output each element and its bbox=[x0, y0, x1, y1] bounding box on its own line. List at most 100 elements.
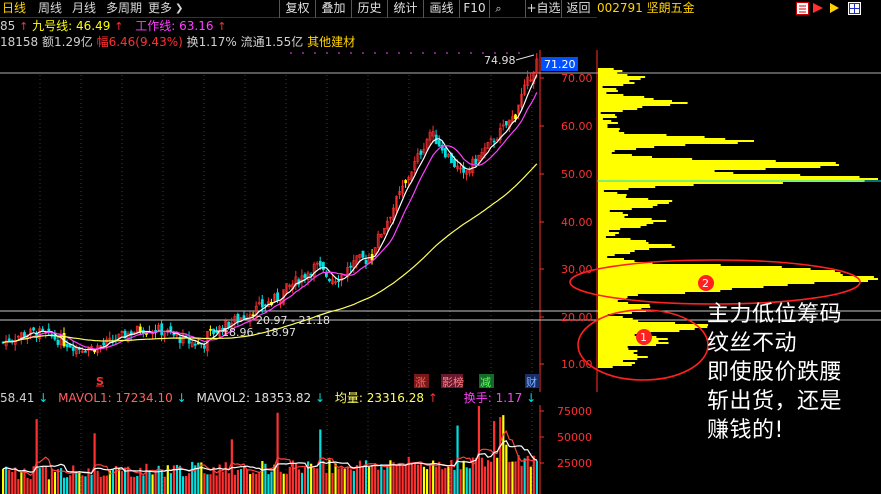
chip-bar bbox=[598, 302, 629, 304]
volume-bar bbox=[435, 466, 438, 494]
vol-indicator-value: 58.41 bbox=[0, 391, 35, 405]
annotation-line-5: 赚钱的! bbox=[707, 418, 784, 443]
grid-icon[interactable] bbox=[848, 2, 861, 15]
volume-bar bbox=[246, 469, 249, 494]
volume-bar bbox=[66, 477, 69, 494]
volume-bar bbox=[120, 471, 124, 494]
cai-marker[interactable]: 财 bbox=[525, 374, 540, 389]
chip-bar bbox=[598, 318, 633, 320]
volume-bar bbox=[102, 475, 105, 494]
tab-multi-period[interactable]: 多周期 bbox=[106, 0, 142, 18]
chip-bar bbox=[598, 142, 738, 144]
chip-bar bbox=[598, 252, 631, 254]
add-favorite-button[interactable]: +自选 bbox=[525, 0, 561, 18]
fuquan-button[interactable]: 复权 bbox=[279, 0, 315, 18]
candle-body bbox=[361, 250, 365, 258]
volume-bar bbox=[185, 475, 188, 494]
chip-bar bbox=[598, 112, 601, 114]
notes-icon[interactable] bbox=[796, 2, 809, 15]
more-chevron-icon[interactable]: ❯ bbox=[175, 0, 183, 18]
volume-bar bbox=[276, 412, 279, 494]
price-tick: 50.00 bbox=[540, 168, 593, 181]
chip-bar bbox=[598, 290, 721, 292]
indicator-prefix: 85 bbox=[0, 19, 16, 33]
volume-bar bbox=[53, 472, 57, 494]
volume-bar bbox=[419, 463, 423, 494]
candle-body bbox=[32, 327, 36, 331]
volume-bar bbox=[340, 467, 343, 494]
chip-bar bbox=[598, 324, 709, 326]
volume-bar bbox=[163, 476, 166, 494]
back-button[interactable]: 返回 bbox=[561, 0, 595, 18]
chip-bar bbox=[598, 132, 625, 134]
volume-bar bbox=[41, 465, 44, 494]
chip-bar bbox=[598, 182, 783, 184]
candle-body bbox=[193, 343, 197, 346]
top-toolbar: 日线 周线 月线 多周期 更多 ❯ 复权 叠加 历史 统计 画线 F10 ⌕ +… bbox=[0, 0, 597, 18]
tab-weekly[interactable]: 周线 bbox=[38, 0, 62, 18]
chip-bar bbox=[598, 162, 836, 164]
candle-body bbox=[260, 299, 264, 308]
volume-bar bbox=[352, 470, 355, 494]
play-icon[interactable] bbox=[829, 2, 842, 15]
zhang-marker[interactable]: 涨 bbox=[414, 374, 429, 389]
flag-icon[interactable] bbox=[811, 2, 824, 15]
candle-body bbox=[41, 328, 45, 331]
chip-bar bbox=[598, 168, 766, 170]
chip-bar bbox=[598, 246, 675, 248]
low-marker-lower: 18.96 - 18.97 bbox=[222, 326, 296, 339]
jian-marker-text: 减 bbox=[480, 376, 491, 389]
volume-bar bbox=[249, 474, 252, 494]
volume-bar bbox=[331, 472, 334, 494]
chip-bar bbox=[598, 356, 648, 358]
volume-bar bbox=[78, 471, 81, 494]
volume-bar bbox=[282, 473, 285, 494]
candle-body bbox=[492, 140, 496, 143]
price-tick-label: 20.00 bbox=[561, 311, 593, 324]
volume-bar bbox=[297, 469, 301, 494]
history-button[interactable]: 历史 bbox=[351, 0, 387, 18]
candle-body bbox=[56, 339, 60, 345]
chip-bar bbox=[598, 90, 618, 92]
volume-bar bbox=[346, 466, 349, 494]
volume-chart[interactable]: 75000 50000 25000 bbox=[0, 405, 597, 494]
candle-body bbox=[337, 280, 341, 283]
volume-bar bbox=[181, 476, 185, 494]
search-icon[interactable]: ⌕ bbox=[489, 0, 507, 18]
annotation-badge-1: 1 bbox=[636, 329, 652, 345]
candle-body bbox=[23, 332, 26, 337]
stats-button[interactable]: 统计 bbox=[387, 0, 423, 18]
float-value: 流通1.55亿 bbox=[240, 35, 304, 49]
volume-bar bbox=[279, 471, 282, 494]
chip-bar bbox=[598, 286, 764, 288]
overlay-button[interactable]: 叠加 bbox=[315, 0, 351, 18]
chip-bar bbox=[598, 354, 638, 356]
price-tick: 30.00 bbox=[540, 263, 593, 276]
volume-bar bbox=[413, 462, 416, 494]
jiuhao-line-value: 九号线: 46.49 bbox=[32, 19, 111, 33]
draw-line-button[interactable]: 画线 bbox=[423, 0, 459, 18]
yingbang-marker[interactable]: 影榜 bbox=[441, 374, 464, 389]
volume-bar bbox=[8, 469, 11, 494]
chip-bar bbox=[598, 124, 608, 126]
volume-bar bbox=[105, 475, 108, 494]
candle-body bbox=[236, 314, 240, 322]
f10-button[interactable]: F10 bbox=[459, 0, 489, 18]
chip-bar bbox=[598, 306, 651, 308]
tab-more[interactable]: 更多 bbox=[148, 0, 172, 18]
chip-bar bbox=[598, 114, 616, 116]
volume-bar bbox=[160, 470, 163, 494]
chip-bar bbox=[598, 122, 618, 124]
tab-monthly[interactable]: 月线 bbox=[72, 0, 96, 18]
average-volume-value: 均量: 23316.28 bbox=[334, 391, 425, 405]
chip-bar bbox=[598, 200, 673, 202]
chip-bar bbox=[598, 84, 624, 86]
price-tick-label: 70.00 bbox=[561, 72, 593, 85]
tab-daily[interactable]: 日线 bbox=[2, 0, 26, 18]
jian-marker[interactable]: 减 bbox=[479, 374, 494, 389]
chip-bar bbox=[598, 100, 672, 102]
chip-bar bbox=[598, 184, 694, 186]
chip-bar bbox=[598, 334, 635, 336]
change-value: 幅6.46(9.43%) bbox=[96, 35, 183, 49]
sector-link[interactable]: 其他建材 bbox=[307, 35, 355, 49]
